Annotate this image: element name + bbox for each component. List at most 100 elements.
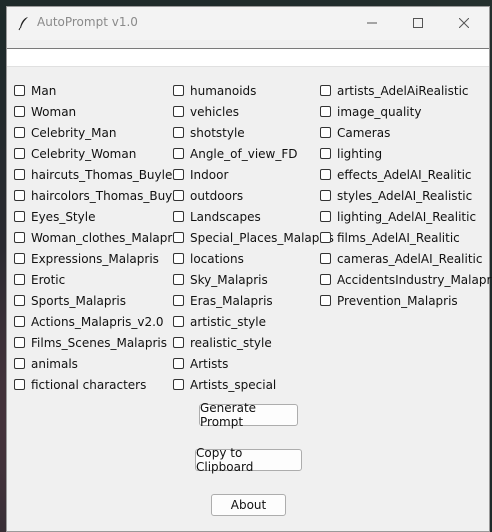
checkbox[interactable] <box>14 85 25 96</box>
checkbox-item[interactable]: Sky_Malapris <box>172 269 334 290</box>
checkbox[interactable] <box>320 85 331 96</box>
checkbox[interactable] <box>14 148 25 159</box>
checkbox[interactable] <box>14 169 25 180</box>
title-bar[interactable]: AutoPrompt v1.0 <box>7 7 489 40</box>
checkbox-item[interactable]: AccidentsIndustry_Malapris <box>319 269 492 290</box>
checkbox-item[interactable]: Actions_Malapris_v2.0 <box>13 311 183 332</box>
checkbox-item[interactable]: lighting <box>319 143 492 164</box>
checkbox[interactable] <box>320 127 331 138</box>
checkbox-label: cameras_AdelAI_Realitic <box>337 251 483 266</box>
checkbox[interactable] <box>14 127 25 138</box>
checkbox[interactable] <box>14 379 25 390</box>
checkbox-label: Erotic <box>31 272 66 287</box>
checkbox[interactable] <box>14 253 25 264</box>
checkbox[interactable] <box>320 106 331 117</box>
checkbox-item[interactable]: Angle_of_view_FD <box>172 143 334 164</box>
minimize-button[interactable] <box>349 9 395 37</box>
checkbox-item[interactable]: haircolors_Thomas_Buyle <box>13 185 183 206</box>
checkbox-item[interactable]: Eras_Malapris <box>172 290 334 311</box>
checkbox-item[interactable]: effects_AdelAI_Realitic <box>319 164 492 185</box>
close-button[interactable] <box>441 9 487 37</box>
checkbox-label: fictional characters <box>31 377 147 392</box>
checkbox-label: locations <box>190 251 244 266</box>
checkbox[interactable] <box>173 232 184 243</box>
checkbox-item[interactable]: lighting_AdelAI_Realitic <box>319 206 492 227</box>
checkbox-item[interactable]: vehicles <box>172 101 334 122</box>
checkbox-item[interactable]: Celebrity_Man <box>13 122 183 143</box>
checkbox-item[interactable]: Prevention_Malapris <box>319 290 492 311</box>
checkbox[interactable] <box>173 169 184 180</box>
checkbox[interactable] <box>173 358 184 369</box>
checkbox-column-3: artists_AdelAiRealistic image_quality Came… <box>319 80 492 311</box>
generate-prompt-button[interactable]: Generate Prompt <box>199 401 298 429</box>
checkbox-item[interactable]: Landscapes <box>172 206 334 227</box>
checkbox[interactable] <box>173 106 184 117</box>
checkbox[interactable] <box>14 295 25 306</box>
checkbox-item[interactable]: Celebrity_Woman <box>13 143 183 164</box>
checkbox[interactable] <box>14 211 25 222</box>
checkbox-item[interactable]: Expressions_Malapris <box>13 248 183 269</box>
checkbox[interactable] <box>173 337 184 348</box>
checkbox-label: haircuts_Thomas_Buyle <box>31 167 173 182</box>
checkbox[interactable] <box>14 337 25 348</box>
checkbox[interactable] <box>173 211 184 222</box>
checkbox[interactable] <box>320 190 331 201</box>
maximize-button[interactable] <box>395 9 441 37</box>
checkbox[interactable] <box>14 232 25 243</box>
checkbox-item[interactable]: animals <box>13 353 183 374</box>
checkbox-item[interactable]: Eyes_Style <box>13 206 183 227</box>
checkbox-item[interactable]: styles_AdelAI_Realistic <box>319 185 492 206</box>
checkbox[interactable] <box>173 253 184 264</box>
checkbox[interactable] <box>173 127 184 138</box>
checkbox[interactable] <box>14 274 25 285</box>
checkbox-item[interactable]: Special_Places_Malapris <box>172 227 334 248</box>
checkbox[interactable] <box>14 316 25 327</box>
checkbox[interactable] <box>14 106 25 117</box>
checkbox[interactable] <box>173 148 184 159</box>
checkbox-item[interactable]: realistic_style <box>172 332 334 353</box>
checkbox[interactable] <box>320 211 331 222</box>
checkbox-item[interactable]: shotstyle <box>172 122 334 143</box>
checkbox[interactable] <box>173 295 184 306</box>
checkbox-item[interactable]: Woman_clothes_Malapris <box>13 227 183 248</box>
checkbox-item[interactable]: cameras_AdelAI_Realitic <box>319 248 492 269</box>
checkbox-label: lighting_AdelAI_Realitic <box>337 209 477 224</box>
about-button[interactable]: About <box>211 494 286 516</box>
checkbox-item[interactable]: Artists <box>172 353 334 374</box>
checkbox[interactable] <box>320 295 331 306</box>
prompt-output-field[interactable] <box>7 48 489 67</box>
checkbox[interactable] <box>320 274 331 285</box>
close-icon <box>459 18 469 28</box>
checkbox[interactable] <box>14 190 25 201</box>
checkbox-item[interactable]: artists_AdelAiRealistic <box>319 80 492 101</box>
checkbox[interactable] <box>173 85 184 96</box>
checkbox-item[interactable]: Artists_special <box>172 374 334 395</box>
checkbox-item[interactable]: Indoor <box>172 164 334 185</box>
checkbox-item[interactable]: locations <box>172 248 334 269</box>
checkbox[interactable] <box>320 232 331 243</box>
checkbox[interactable] <box>173 316 184 327</box>
checkbox[interactable] <box>173 379 184 390</box>
checkbox[interactable] <box>173 274 184 285</box>
checkbox-label: Woman_clothes_Malapris <box>31 230 182 245</box>
checkbox-item[interactable]: films_AdelAI_Realitic <box>319 227 492 248</box>
copy-to-clipboard-button[interactable]: Copy to Clipboard <box>195 446 302 474</box>
checkbox[interactable] <box>320 148 331 159</box>
checkbox[interactable] <box>320 169 331 180</box>
checkbox-item[interactable]: humanoids <box>172 80 334 101</box>
checkbox-item[interactable]: Cameras <box>319 122 492 143</box>
checkbox-item[interactable]: Woman <box>13 101 183 122</box>
checkbox-item[interactable]: Films_Scenes_Malapris <box>13 332 183 353</box>
checkbox-item[interactable]: haircuts_Thomas_Buyle <box>13 164 183 185</box>
checkbox-item[interactable]: outdoors <box>172 185 334 206</box>
checkbox-item[interactable]: fictional characters <box>13 374 183 395</box>
checkbox[interactable] <box>14 358 25 369</box>
checkbox[interactable] <box>320 253 331 264</box>
checkbox-item[interactable]: image_quality <box>319 101 492 122</box>
checkbox-item[interactable]: Sports_Malapris <box>13 290 183 311</box>
checkbox-item[interactable]: Man <box>13 80 183 101</box>
checkbox-item[interactable]: artistic_style <box>172 311 334 332</box>
checkbox-item[interactable]: Erotic <box>13 269 183 290</box>
checkbox-label: artists_AdelAiRealistic <box>337 83 469 98</box>
checkbox[interactable] <box>173 190 184 201</box>
